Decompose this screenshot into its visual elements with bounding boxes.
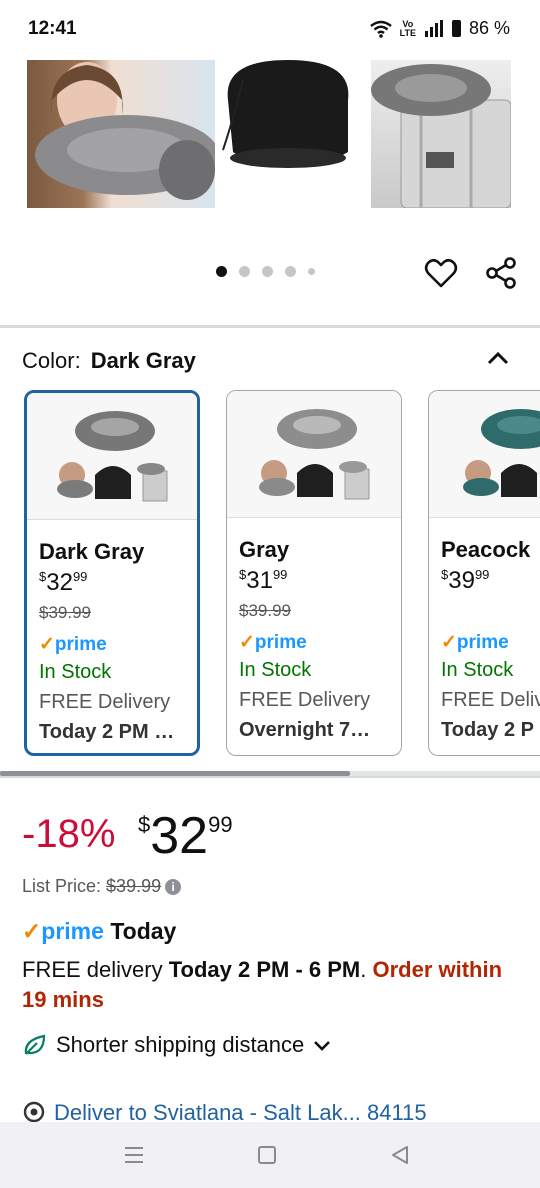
shorter-shipping-label: Shorter shipping distance: [56, 1032, 305, 1057]
recent-apps-icon[interactable]: [124, 1145, 144, 1165]
color-label: Color: Dark Gray: [22, 348, 196, 373]
carousel-dot[interactable]: [216, 266, 227, 277]
volte-icon: Vo LTE: [399, 18, 416, 38]
color-swatch-gray[interactable]: Gray $3199 $39.99 ✓prime In Stock FREE D…: [226, 390, 402, 756]
delivery-label: FREE Deliv: [441, 689, 540, 711]
chevron-up-icon[interactable]: [484, 344, 512, 372]
info-icon[interactable]: i: [165, 879, 182, 896]
section-divider: [0, 776, 540, 778]
carousel-dots: [216, 266, 315, 277]
status-icons: Vo LTE 86 %: [369, 18, 510, 39]
stock-status: In Stock: [239, 659, 312, 681]
delivery-time: Today 2 P: [441, 719, 534, 741]
swatch-name: Peacock: [441, 537, 531, 562]
status-bar: 12:41 Vo LTE 86 %: [0, 0, 540, 58]
chevron-down-icon: [314, 1041, 331, 1051]
delivery-time: Overnight 7…: [239, 719, 371, 741]
delivery-time: Today 2 PM …: [39, 721, 175, 743]
prime-badge: ✓prime: [441, 632, 509, 653]
prime-today: ✓prime Today: [22, 918, 177, 944]
battery-level: 86 %: [468, 18, 510, 38]
back-icon[interactable]: [390, 1145, 410, 1165]
swatch-price: $3999: [441, 567, 490, 594]
swatch-price: $3199: [239, 567, 288, 594]
carousel-dot[interactable]: [239, 266, 250, 277]
swatch-thumbnail: [27, 393, 197, 520]
swatch-thumbnail: [429, 391, 540, 518]
selected-color: Dark Gray: [90, 348, 196, 373]
color-swatch-dark-gray[interactable]: Dark Gray $3299 $39.99 ✓prime In Stock F…: [24, 390, 200, 756]
list-price: List Price: $39.99 i: [22, 876, 182, 897]
share-icon[interactable]: [484, 256, 518, 290]
carousel-dot[interactable]: [308, 268, 315, 275]
home-icon[interactable]: [258, 1146, 276, 1164]
section-divider: [0, 325, 540, 328]
swatch-price: $3299: [39, 569, 88, 596]
signal-icon: [424, 19, 443, 37]
stock-status: In Stock: [441, 659, 514, 681]
swatch-name: Dark Gray: [39, 539, 145, 564]
delivery-info: FREE delivery Today 2 PM - 6 PM. Order w…: [22, 957, 503, 1012]
leaf-icon: [24, 1034, 46, 1055]
swatch-original-price: $39.99: [239, 601, 291, 620]
carousel-dot[interactable]: [262, 266, 273, 277]
heart-icon[interactable]: [424, 256, 458, 290]
product-image-2[interactable]: [218, 60, 358, 208]
prime-badge: ✓prime: [39, 634, 107, 655]
color-swatch-peacock[interactable]: Peacock $3999 ✓prime In Stock FREE Deliv…: [428, 390, 540, 756]
battery-icon: [451, 20, 461, 37]
product-image-1[interactable]: [27, 60, 215, 208]
wifi-icon: [369, 20, 392, 38]
prime-badge: ✓prime: [239, 632, 307, 653]
discount-percent: -18%: [22, 812, 116, 856]
delivery-label: FREE Delivery: [239, 689, 371, 711]
product-image-3[interactable]: [371, 60, 511, 208]
delivery-label: FREE Delivery: [39, 691, 171, 713]
current-price: $3299: [138, 807, 233, 865]
swatch-thumbnail: [227, 391, 401, 518]
swatch-original-price: $39.99: [39, 603, 91, 622]
stock-status: In Stock: [39, 661, 112, 683]
carousel-dot[interactable]: [285, 266, 296, 277]
status-time: 12:41: [28, 18, 77, 39]
shorter-shipping-toggle[interactable]: Shorter shipping distance: [22, 1032, 332, 1058]
swatch-name: Gray: [239, 537, 290, 562]
